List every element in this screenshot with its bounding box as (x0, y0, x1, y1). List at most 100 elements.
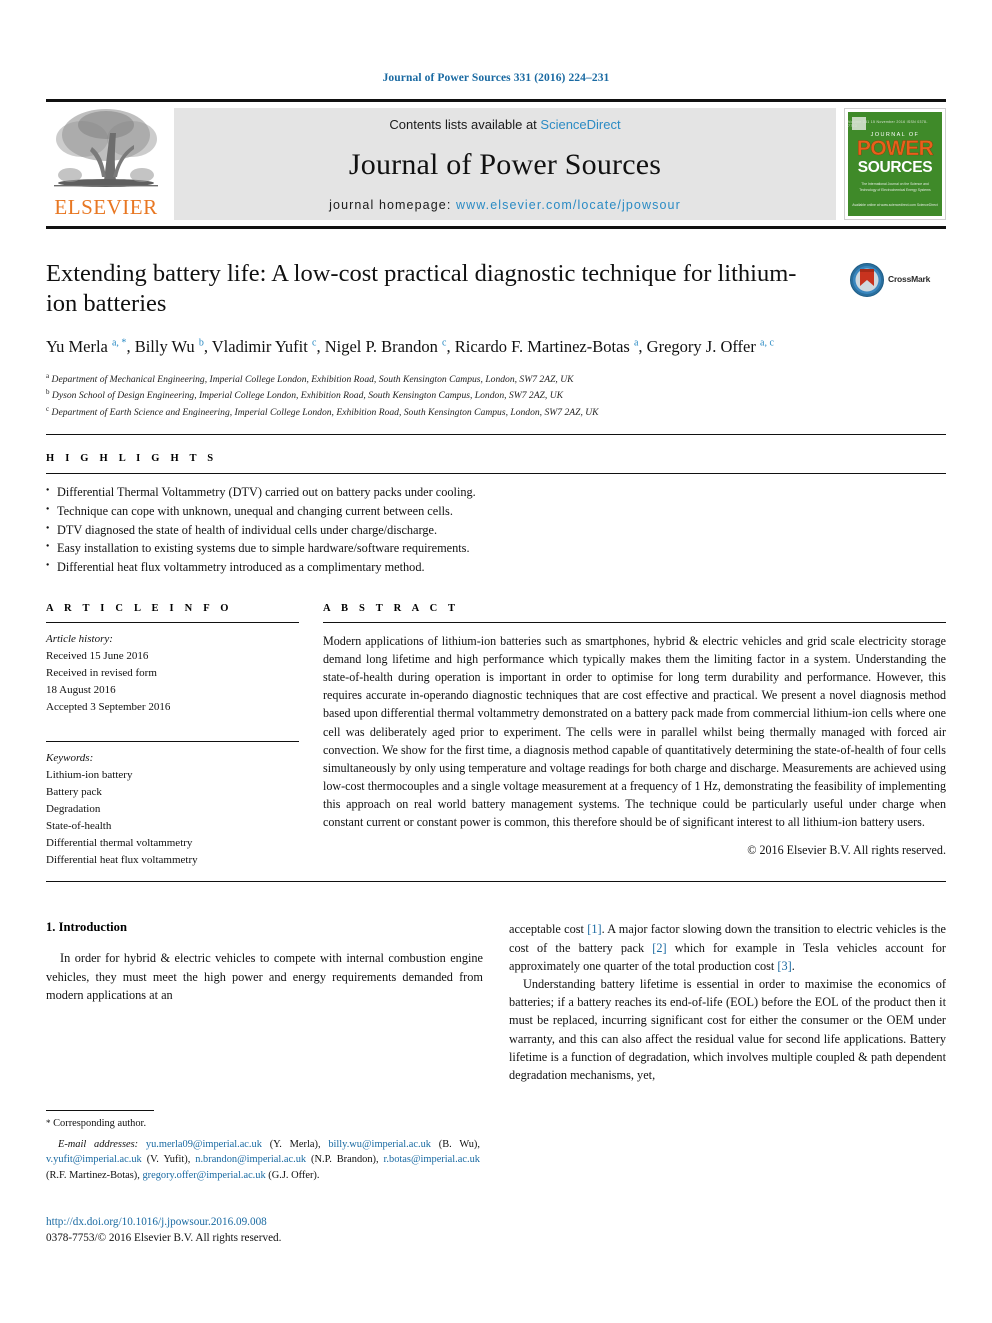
keywords-label: Keywords: (46, 752, 94, 765)
list-item: DTV diagnosed the state of health of ind… (46, 521, 946, 540)
affiliation-text: Department of Mechanical Engineering, Im… (51, 373, 574, 385)
author-list: Yu Merla a, *, Billy Wu b, Vladimir Yufi… (46, 336, 774, 356)
article-history-line: Received in revised form (46, 666, 157, 679)
list-item: Differential heat flux voltammetry intro… (46, 558, 946, 577)
article-info-divider (46, 621, 299, 623)
body-columns: 1. Introduction In order for hybrid & el… (46, 920, 946, 1084)
email-link[interactable]: r.botas@imperial.ac.uk (384, 1154, 480, 1165)
paragraph: acceptable cost [1]. A major factor slow… (509, 920, 946, 975)
paragraph-text-part: acceptable cost (509, 922, 588, 937)
crossmark-badge[interactable]: CrossMark (850, 259, 946, 319)
affiliation-text: Department of Earth Science and Engineer… (51, 407, 599, 419)
abstract-text: Modern applications of lithium-ion batte… (323, 633, 946, 830)
highlights-list: Differential Thermal Voltammetry (DTV) c… (46, 483, 946, 576)
article-history-line: Accepted 3 September 2016 (46, 701, 171, 714)
highlights-divider (46, 473, 946, 475)
copyright-line: © 2016 Elsevier B.V. All rights reserved… (747, 843, 946, 858)
email-owner: (Y. Merla) (269, 1138, 318, 1150)
highlights-heading: H I G H L I G H T S (46, 453, 218, 465)
keyword-item: Degradation (46, 803, 101, 816)
email-owner: (R.F. Martinez-Botas) (46, 1169, 138, 1181)
email-owner: (N.P. Brandon) (311, 1154, 376, 1166)
cover-footer-text: Available online at www.sciencedirect.co… (852, 202, 938, 207)
doi-link[interactable]: http://dx.doi.org/10.1016/j.jpowsour.201… (46, 1216, 267, 1228)
crossmark-label: CrossMark (888, 274, 931, 284)
elsevier-wordmark: ELSEVIER (54, 195, 158, 219)
citation-ref-3[interactable]: [3] (777, 959, 791, 973)
homepage-prefix-text: journal homepage: (329, 198, 456, 212)
affiliation-item: b Dyson School of Design Engineering, Im… (46, 387, 946, 404)
footnote-divider (46, 1110, 154, 1111)
divider-after-abstract (46, 881, 946, 883)
article-info-column: A R T I C L E I N F O Article history: R… (46, 603, 299, 870)
affiliation-marker: a (46, 371, 50, 380)
email-owner: (G.J. Offer) (268, 1169, 317, 1181)
article-history-line: 18 August 2016 (46, 683, 116, 696)
email-link[interactable]: billy.wu@imperial.ac.uk (328, 1139, 431, 1150)
keywords-divider (46, 741, 299, 743)
article-history-line: Received 15 June 2016 (46, 649, 149, 662)
email-link[interactable]: yu.merla09@imperial.ac.uk (146, 1139, 262, 1150)
crossmark-icon (850, 263, 884, 297)
paragraph: Understanding battery lifetime is essent… (509, 976, 946, 1082)
asterisk-icon: * (46, 1118, 51, 1128)
section-heading-introduction: 1. Introduction (46, 920, 127, 935)
title-block: Extending battery life: A low-cost pract… (46, 259, 946, 319)
article-history-label: Article history: (46, 632, 113, 645)
body-column-left: 1. Introduction In order for hybrid & el… (46, 920, 483, 1084)
article-history-block: Article history: Received 15 June 2016 R… (46, 631, 299, 716)
keyword-item: Differential thermal voltammetry (46, 837, 193, 850)
article-info-heading: A R T I C L E I N F O (46, 602, 233, 614)
abstract-divider (323, 621, 946, 623)
journal-cover-thumbnail: Volume 331 15 November 2016 ISSN 0378-77… (844, 108, 946, 220)
affiliation-item: a Department of Mechanical Engineering, … (46, 371, 946, 388)
email-link[interactable]: n.brandon@imperial.ac.uk (195, 1154, 306, 1165)
divider-after-affiliations (46, 434, 946, 436)
masthead-center-band: Contents lists available at ScienceDirec… (174, 108, 836, 220)
keyword-item: Differential heat flux voltammetry (46, 854, 198, 867)
abstract-column: A B S T R A C T Modern applications of l… (323, 603, 946, 870)
abstract-heading: A B S T R A C T (323, 602, 460, 614)
title-text-wrap: Extending battery life: A low-cost pract… (46, 259, 840, 319)
info-abstract-row: A R T I C L E I N F O Article history: R… (46, 603, 946, 870)
affiliation-item: c Department of Earth Science and Engine… (46, 404, 946, 421)
citation-ref-2[interactable]: [2] (652, 941, 666, 955)
sciencedirect-link[interactable]: ScienceDirect (540, 117, 620, 132)
paragraph-text-part: . (791, 958, 795, 973)
cover-subtitle-text: The International Journal on the Science… (859, 182, 931, 192)
corresponding-author-text: Corresponding author. (53, 1118, 147, 1129)
cover-power-text: POWER (856, 137, 934, 160)
page-title: Extending battery life: A low-cost pract… (46, 260, 797, 317)
cover-artwork: Volume 331 15 November 2016 ISSN 0378-77… (848, 112, 942, 216)
list-item: Differential Thermal Voltammetry (DTV) c… (46, 483, 946, 502)
corresponding-author-note: * Corresponding author. (46, 1116, 480, 1132)
keyword-item: Lithium-ion battery (46, 769, 133, 782)
email-owner: (B. Wu) (438, 1138, 478, 1150)
elsevier-logo: ELSEVIER (46, 108, 166, 220)
email-link[interactable]: v.yufit@imperial.ac.uk (46, 1154, 142, 1165)
affiliation-marker: c (46, 404, 50, 413)
journal-homepage-line: journal homepage: www.elsevier.com/locat… (329, 198, 681, 212)
journal-masthead: ELSEVIER Contents lists available at Sci… (46, 99, 946, 229)
keywords-block: Keywords: Lithium-ion battery Battery pa… (46, 750, 299, 869)
email-owner: (V. Yufit) (146, 1154, 188, 1166)
cover-issue-line: Volume 331 15 November 2016 ISSN 0378-77… (848, 120, 928, 128)
journal-homepage-link[interactable]: www.elsevier.com/locate/jpowsour (456, 198, 681, 212)
journal-title: Journal of Power Sources (348, 148, 662, 181)
affiliation-marker: b (46, 388, 50, 397)
list-item: Technique can cope with unknown, unequal… (46, 502, 946, 521)
footnote-block: * Corresponding author. E-mail addresses… (46, 1110, 480, 1183)
citation-ref-1[interactable]: [1] (587, 922, 601, 936)
email-link[interactable]: gregory.offer@imperial.ac.uk (142, 1170, 265, 1181)
affiliation-text: Dyson School of Design Engineering, Impe… (51, 390, 564, 402)
keyword-item: Battery pack (46, 786, 102, 799)
cover-sources-text: SOURCES (857, 158, 933, 176)
paragraph: In order for hybrid & electric vehicles … (46, 951, 483, 1002)
running-head: Journal of Power Sources 331 (2016) 224–… (382, 72, 610, 84)
body-column-right: acceptable cost [1]. A major factor slow… (509, 920, 946, 1084)
cover-top-band: Volume 331 15 November 2016 ISSN 0378-77… (848, 117, 942, 130)
elsevier-tree-icon (50, 105, 162, 197)
keyword-item: State-of-health (46, 820, 112, 833)
email-label: E-mail addresses: (58, 1138, 139, 1150)
issn-copyright-line: 0378-7753/© 2016 Elsevier B.V. All right… (46, 1232, 282, 1244)
